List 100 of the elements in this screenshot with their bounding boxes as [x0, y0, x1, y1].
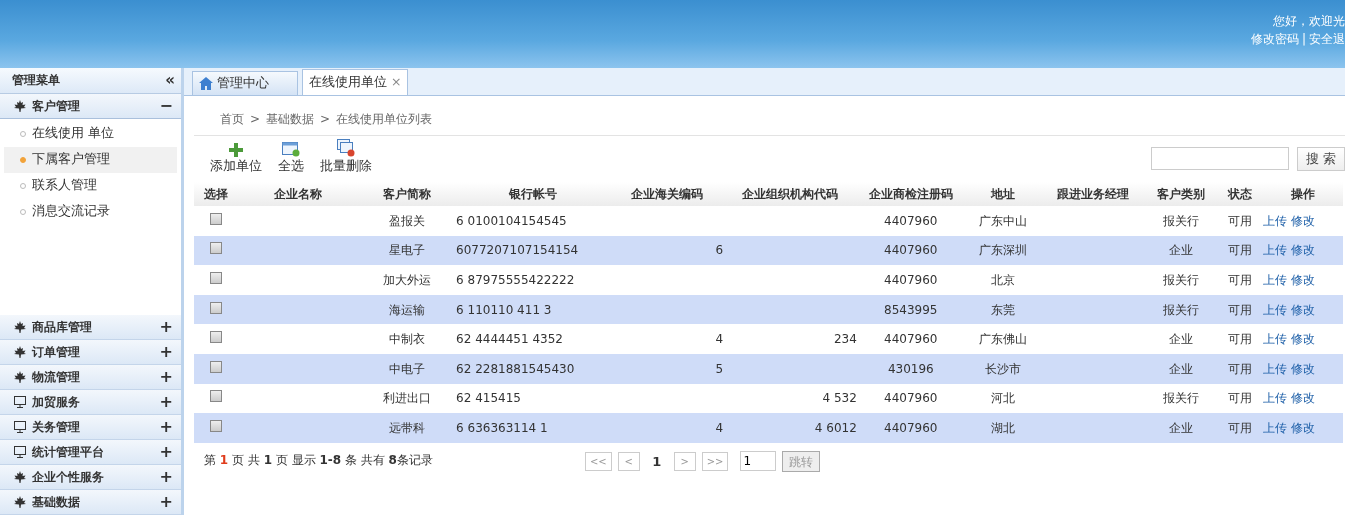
action-link[interactable]: 修改: [1290, 420, 1315, 435]
table-cell: 4407960: [884, 332, 938, 347]
action-link[interactable]: 修改: [1290, 361, 1315, 376]
table-cell: 长沙市: [985, 361, 1022, 376]
menu-group[interactable]: 客户管理 −: [0, 93, 181, 119]
menu-group[interactable]: 商品库管理 +: [0, 315, 181, 340]
table-cell: 8543995: [884, 302, 938, 317]
expand-icon: +: [159, 440, 173, 464]
action-link[interactable]: 上传: [1262, 213, 1287, 228]
checkbox[interactable]: [209, 301, 222, 314]
action-link[interactable]: 修改: [1290, 273, 1315, 287]
collapse-button[interactable]: «: [165, 69, 175, 92]
expand-icon: +: [159, 465, 173, 489]
sidebar-item[interactable]: 下属客户管理: [4, 146, 177, 173]
group-label: 企业个性服务: [32, 469, 104, 486]
menu-group[interactable]: 订单管理 +: [0, 340, 181, 365]
table-cell: 62 415415: [456, 391, 521, 406]
sidebar-item[interactable]: 消息交流记录: [4, 198, 177, 225]
action-link[interactable]: 上传: [1262, 391, 1287, 406]
breadcrumb-item[interactable]: 基础数据: [266, 112, 315, 126]
action-link[interactable]: 上传: [1262, 361, 1287, 376]
checkbox[interactable]: [209, 212, 222, 225]
leaf-icon: [14, 371, 26, 383]
table-cell: 盈报关: [389, 213, 426, 228]
page-input[interactable]: 1: [740, 451, 777, 472]
search-button[interactable]: 搜 索: [1297, 147, 1345, 171]
table-cell: 4407960: [884, 273, 938, 287]
table-cell: 加大外运: [383, 273, 432, 287]
search-field[interactable]: [1151, 147, 1289, 170]
table-cell: 62 4444451 4352: [456, 332, 563, 347]
toolbar-button[interactable]: 添加单位: [210, 143, 262, 176]
table-cell: 企业: [1168, 243, 1193, 258]
action-link[interactable]: 上传: [1262, 243, 1287, 258]
table-cell: 企业: [1168, 332, 1193, 347]
checkbox[interactable]: [209, 242, 222, 255]
action-link[interactable]: 上传: [1262, 420, 1287, 435]
table-cell: 4407960: [884, 391, 938, 406]
tab[interactable]: 管理中心: [192, 71, 298, 95]
menu-group[interactable]: 基础数据 +: [0, 490, 181, 515]
table-cell: 星电子: [389, 243, 426, 258]
pagination-summary: 第 1 页 共 1 页 显示 1-8 条 共有 8条记录: [204, 451, 433, 469]
table-cell: 可用: [1227, 391, 1252, 406]
plus-icon: [229, 143, 243, 158]
table-cell: 广东深圳: [979, 243, 1028, 258]
table-cell: 6 0100104154545: [456, 213, 567, 228]
group-label: 统计管理平台: [32, 444, 104, 461]
group-label: 订单管理: [32, 344, 80, 361]
action-link[interactable]: 上传: [1262, 302, 1287, 317]
table-cell: 4 532: [822, 391, 857, 406]
table-cell: 河北: [991, 391, 1016, 406]
action-link[interactable]: 上传: [1262, 273, 1287, 287]
action-link[interactable]: 修改: [1290, 332, 1315, 347]
menu-group[interactable]: 企业个性服务 +: [0, 465, 181, 490]
table-cell: 430196: [887, 361, 934, 376]
action-link[interactable]: 修改: [1290, 391, 1315, 406]
action-link[interactable]: 修改: [1290, 302, 1315, 317]
table-cell: 北京: [991, 273, 1016, 287]
menu-group[interactable]: 统计管理平台 +: [0, 440, 181, 465]
action-link[interactable]: 修改: [1290, 213, 1315, 228]
table-cell: 可用: [1227, 420, 1252, 435]
table-cell: 企业: [1168, 420, 1193, 435]
table-cell: 4407960: [884, 420, 938, 435]
checkbox[interactable]: [209, 360, 222, 373]
checkbox[interactable]: [209, 390, 222, 403]
checkbox[interactable]: [209, 331, 222, 344]
collapse-icon: −: [159, 93, 173, 118]
menu-group[interactable]: 关务管理 +: [0, 415, 181, 440]
sidebar-item[interactable]: 联系人管理: [4, 172, 177, 199]
leaf-icon: [14, 471, 26, 483]
action-link[interactable]: 修改: [1290, 243, 1315, 258]
table-cell: 5: [715, 361, 724, 376]
menu-group[interactable]: 物流管理 +: [0, 365, 181, 390]
close-icon[interactable]: ×: [391, 73, 402, 92]
breadcrumb-item[interactable]: 首页: [220, 112, 244, 126]
table-cell: 报关行: [1162, 391, 1199, 406]
leaf-icon: [14, 496, 26, 508]
action-link[interactable]: 上传: [1262, 332, 1287, 347]
table-cell: 可用: [1227, 213, 1252, 228]
table-cell: 报关行: [1162, 213, 1199, 228]
table-cell: 4: [715, 332, 724, 347]
checkbox[interactable]: [209, 419, 222, 432]
table-cell: 4407960: [884, 213, 938, 228]
menu-group[interactable]: 加贸服务 +: [0, 390, 181, 415]
group-label: 基础数据: [32, 494, 80, 511]
table-cell: 广东中山: [979, 213, 1028, 228]
table-cell: 报关行: [1162, 273, 1199, 287]
toolbar-button[interactable]: 全选: [278, 141, 304, 176]
table-cell: 可用: [1227, 302, 1252, 317]
toolbar-button[interactable]: 批量删除: [320, 139, 372, 176]
separator-text: >: [250, 112, 261, 126]
checkbox[interactable]: [209, 272, 222, 284]
separator-text: >: [320, 112, 331, 126]
table-cell: 可用: [1227, 332, 1252, 347]
tab[interactable]: 在线使用单位 ×: [302, 69, 409, 95]
sidebar-item[interactable]: 在线使用 单位: [4, 120, 177, 147]
table-cell: 远带科: [389, 420, 426, 435]
table-cell: 可用: [1227, 243, 1252, 258]
table-cell: 6 110110 411 3: [456, 302, 552, 317]
table-cell: 湖北: [991, 420, 1016, 435]
group-label: 商品库管理: [32, 319, 92, 336]
